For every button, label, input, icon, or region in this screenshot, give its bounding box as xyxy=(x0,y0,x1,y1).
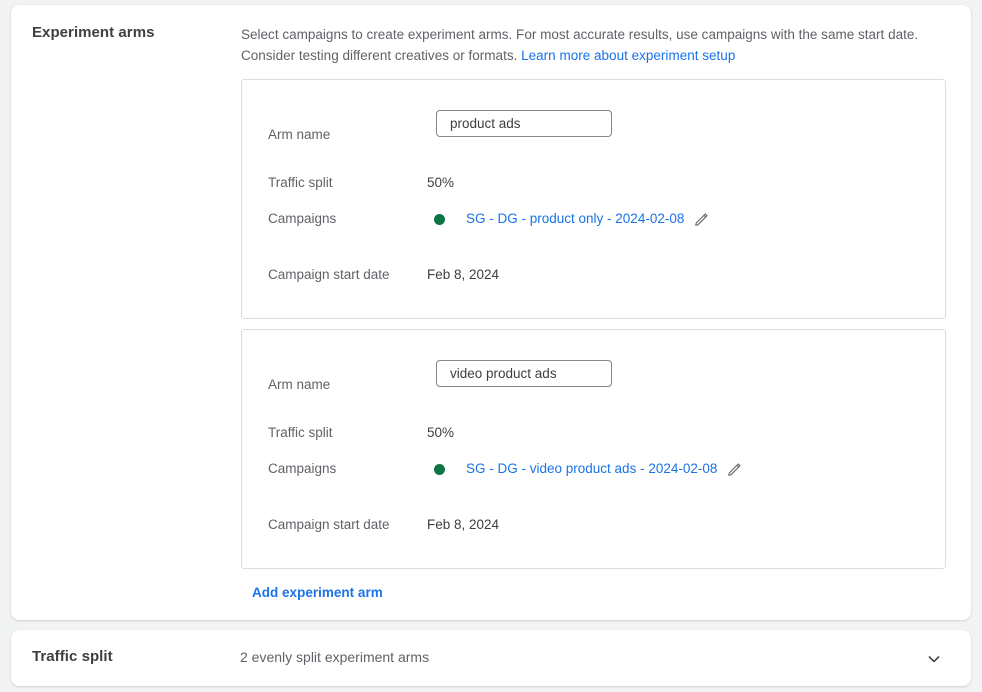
traffic-split-panel[interactable]: Traffic split 2 evenly split experiment … xyxy=(11,630,971,686)
experiment-arms-panel: Experiment arms Select campaigns to crea… xyxy=(11,5,971,620)
arm-name-row: Arm name xyxy=(242,374,945,396)
campaigns-row: Campaigns SG - DG - video product ads - … xyxy=(242,458,945,480)
campaigns-row: Campaigns SG - DG - product only - 2024-… xyxy=(242,208,945,230)
pencil-icon[interactable] xyxy=(726,461,743,478)
traffic-split-row: Traffic split 50% xyxy=(242,172,945,194)
campaign-status-dot-icon xyxy=(434,214,445,225)
campaigns-label: Campaigns xyxy=(268,208,336,230)
traffic-split-row: Traffic split 50% xyxy=(242,422,945,444)
traffic-split-panel-title: Traffic split xyxy=(32,648,113,665)
campaign-start-date-label: Campaign start date xyxy=(268,514,390,536)
add-experiment-arm-button[interactable]: Add experiment arm xyxy=(252,585,383,600)
arm-name-label: Arm name xyxy=(268,124,330,146)
campaign-start-date-row: Campaign start date Feb 8, 2024 xyxy=(242,264,945,286)
arm-name-input[interactable] xyxy=(436,110,612,137)
arm-name-row: Arm name xyxy=(242,124,945,146)
experiment-arm-card: Arm name Traffic split 50% Campaigns SG … xyxy=(241,79,946,319)
traffic-split-label: Traffic split xyxy=(268,422,333,444)
traffic-split-label: Traffic split xyxy=(268,172,333,194)
pencil-icon[interactable] xyxy=(693,211,710,228)
campaign-start-date-value: Feb 8, 2024 xyxy=(427,514,499,536)
learn-more-link[interactable]: Learn more about experiment setup xyxy=(521,48,735,63)
section-description: Select campaigns to create experiment ar… xyxy=(241,24,951,66)
campaign-start-date-row: Campaign start date Feb 8, 2024 xyxy=(242,514,945,536)
traffic-split-value: 50% xyxy=(427,172,454,194)
campaigns-label: Campaigns xyxy=(268,458,336,480)
experiment-setup-page: Experiment arms Select campaigns to crea… xyxy=(0,0,982,692)
arm-name-input[interactable] xyxy=(436,360,612,387)
chevron-down-icon[interactable] xyxy=(924,649,944,669)
traffic-split-panel-summary: 2 evenly split experiment arms xyxy=(240,649,429,665)
campaign-start-date-value: Feb 8, 2024 xyxy=(427,264,499,286)
experiment-arm-card: Arm name Traffic split 50% Campaigns SG … xyxy=(241,329,946,569)
campaign-start-date-label: Campaign start date xyxy=(268,264,390,286)
traffic-split-value: 50% xyxy=(427,422,454,444)
campaign-status-dot-icon xyxy=(434,464,445,475)
campaign-entry: SG - DG - product only - 2024-02-08 xyxy=(434,208,710,230)
campaign-entry: SG - DG - video product ads - 2024-02-08 xyxy=(434,458,743,480)
arm-name-label: Arm name xyxy=(268,374,330,396)
campaign-link[interactable]: SG - DG - product only - 2024-02-08 xyxy=(466,208,684,230)
page-title: Experiment arms xyxy=(32,24,154,41)
campaign-link[interactable]: SG - DG - video product ads - 2024-02-08 xyxy=(466,458,717,480)
